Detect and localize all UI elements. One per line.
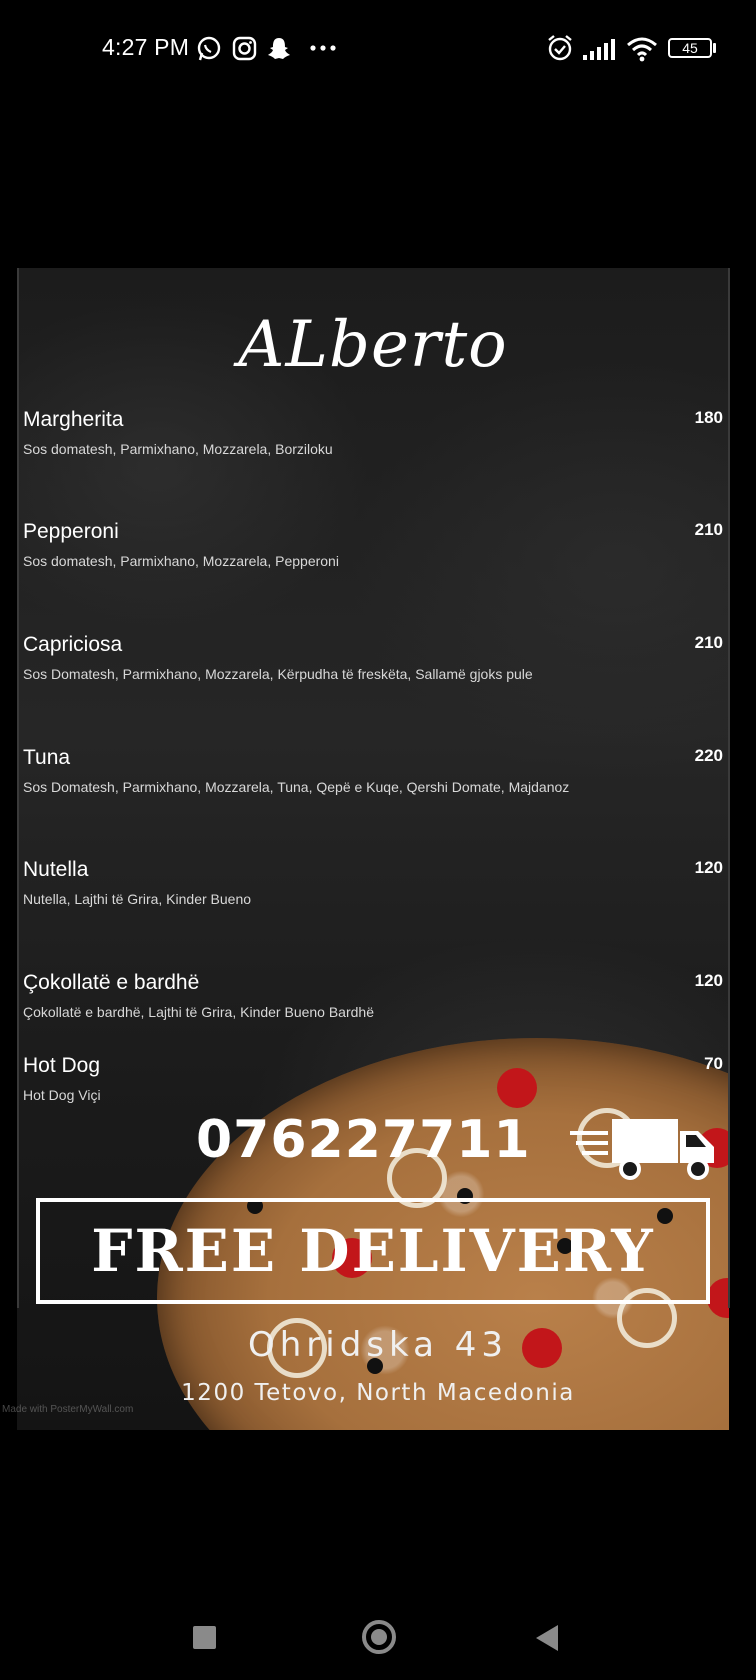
item-name: Hot Dog — [23, 1054, 101, 1077]
item-price: 220 — [694, 746, 723, 765]
poster-border-left — [17, 268, 19, 1308]
item-description: Nutella, Lajthi të Grira, Kinder Bueno — [23, 891, 252, 907]
item-name: Margherita — [23, 408, 124, 431]
snapchat-icon — [268, 38, 290, 59]
poster-border-right — [728, 268, 730, 1308]
signal-icon — [583, 39, 615, 60]
back-icon[interactable] — [536, 1625, 558, 1651]
battery-level: 45 — [682, 40, 698, 56]
item-name: Çokollatë e bardhë — [23, 971, 200, 994]
item-description: Sos domatesh, Parmixhano, Mozzarela, Bor… — [23, 441, 333, 457]
more-dots-icon — [310, 45, 336, 51]
item-name: Pepperoni — [23, 520, 119, 543]
home-icon-inner — [371, 1629, 387, 1645]
item-name: Capriciosa — [23, 633, 123, 656]
item-description: Sos domatesh, Parmixhano, Mozzarela, Pep… — [23, 553, 339, 569]
free-delivery-text: FREE DELIVERY — [91, 1217, 655, 1285]
phone-number: 076227711 — [196, 1110, 531, 1170]
delivery-truck-icon — [570, 1119, 714, 1180]
whatsapp-icon — [197, 36, 221, 61]
item-price: 210 — [694, 520, 723, 539]
item-price: 70 — [704, 1054, 723, 1073]
poster-watermark: Made with PosterMyWall.com — [2, 1404, 134, 1415]
item-description: Çokollatë e bardhë, Lajthi të Grira, Kin… — [23, 1004, 374, 1020]
home-icon[interactable] — [362, 1620, 396, 1654]
item-price: 180 — [694, 408, 723, 427]
address-city: 1200 Tetovo, North Macedonia — [181, 1380, 575, 1406]
brand-title: ALberto — [238, 308, 508, 382]
battery-tip — [713, 43, 716, 53]
item-price: 210 — [694, 633, 723, 652]
battery-icon: 45 — [668, 38, 712, 58]
item-name: Nutella — [23, 858, 89, 881]
item-name: Tuna — [23, 746, 71, 769]
item-price: 120 — [694, 971, 723, 990]
navigation-bar — [0, 1580, 756, 1680]
item-description: Sos Domatesh, Parmixhano, Mozzarela, Kër… — [23, 666, 533, 682]
tomato-topping — [497, 1068, 537, 1108]
instagram-icon — [232, 36, 257, 61]
tomato-topping — [707, 1278, 729, 1318]
free-delivery-banner: FREE DELIVERY — [36, 1198, 710, 1304]
alarm-icon — [548, 35, 572, 61]
item-price: 120 — [694, 858, 723, 877]
item-description: Hot Dog Viçi — [23, 1087, 101, 1103]
recent-apps-icon[interactable] — [193, 1626, 216, 1649]
status-bar: 4:27 PM 45 — [0, 0, 756, 100]
address-street: Ohridska 43 — [247, 1325, 509, 1365]
item-description: Sos Domatesh, Parmixhano, Mozzarela, Tun… — [23, 779, 570, 795]
status-time: 4:27 PM — [102, 34, 190, 60]
wifi-icon — [627, 37, 657, 62]
